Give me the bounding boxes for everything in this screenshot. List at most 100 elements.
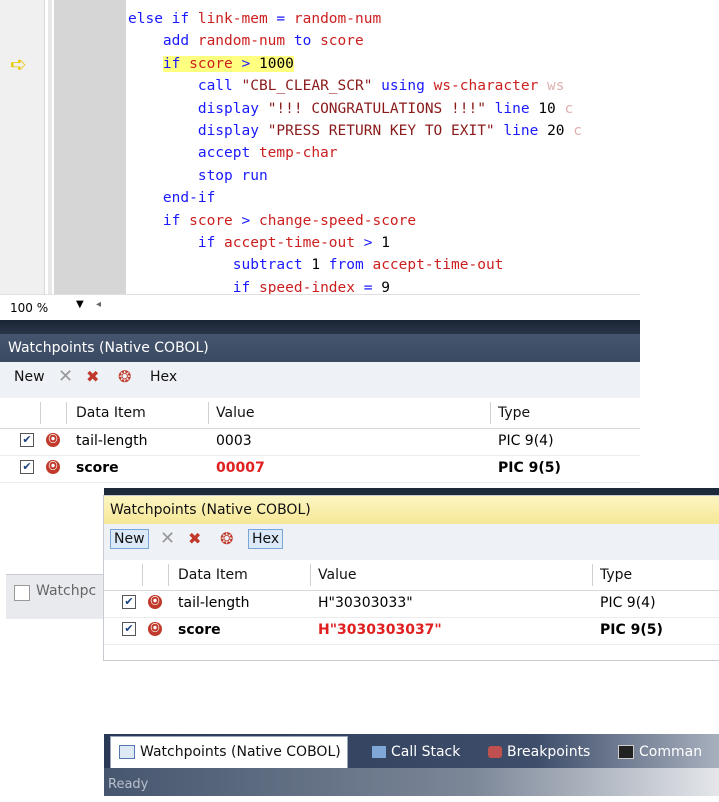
column-divider[interactable] [310,564,311,586]
code-token: accept-time-out [372,257,504,274]
hex-button[interactable]: Hex [146,367,181,387]
enable-checkbox[interactable]: ✔ [20,460,34,474]
code-text: stop run [198,168,268,184]
code-text: if accept-time-out > 1 [198,235,390,251]
data-item-type: PIC 9(5) [498,460,561,476]
current-statement: if score > 1000 [162,55,294,72]
panel-title: Watchpoints (Native COBOL) [0,334,640,362]
code-token: line [485,100,539,117]
watch-icon: ⦿ [148,622,162,636]
delete-icon[interactable]: ✕ [58,366,73,387]
column-data-item[interactable]: Data Item [178,567,248,583]
tab-call-stack[interactable]: Call Stack [372,738,460,766]
editor-margin [54,0,126,294]
tab-label: Comman [639,744,703,760]
code-token: else if [128,11,198,27]
new-button[interactable]: New [110,529,149,549]
table-row[interactable]: ✔ ⦿ tail-length H"30303033" PIC 9(4) [104,591,719,618]
column-divider [168,564,169,586]
code-line[interactable]: stop run [128,165,582,187]
code-text: display "!!! CONGRATULATIONS !!!" line 1… [198,101,573,117]
code-line[interactable]: call "CBL_CLEAR_SCR" using ws-character … [128,75,582,97]
call-stack-icon [372,746,386,758]
disable-all-icon[interactable]: ❂ [220,529,233,548]
code-line[interactable]: add random-num to score [128,30,582,52]
code-line[interactable]: if score > change-speed-score [128,210,582,232]
code-text: else if link-mem = random-num [128,11,381,27]
code-token: change-speed-score [258,212,417,229]
column-value[interactable]: Value [216,405,254,421]
code-text: end-if [163,190,215,206]
table-row[interactable]: ✔ ⦿ tail-length 0003 PIC 9(4) [0,429,640,456]
code-token: using [372,78,434,95]
code-token: 10 [538,100,556,117]
zoom-level[interactable]: 100 % [10,301,48,315]
new-button[interactable]: New [10,367,49,387]
column-type[interactable]: Type [498,405,530,421]
panel-title: Watchpoints (Native COBOL) [104,496,719,524]
code-token: 1000 [258,55,294,72]
enable-checkbox[interactable]: ✔ [20,433,34,447]
code-token: display [197,100,268,117]
column-data-item[interactable]: Data Item [76,405,146,421]
background-tab-label: Watchpc [36,583,97,599]
breakpoint-gutter[interactable] [0,0,45,294]
code-token: link-mem [197,11,268,27]
column-divider[interactable] [208,402,209,424]
delete-icon[interactable]: ✕ [160,528,175,549]
hex-button[interactable]: Hex [248,529,284,549]
source-code[interactable]: else if link-mem = random-num add random… [128,8,582,299]
background-watch-tab[interactable]: Watchpc [6,574,106,619]
column-divider[interactable] [490,402,491,424]
code-line[interactable]: else if link-mem = random-num [128,8,582,30]
scroll-left-icon[interactable]: ◂ [96,299,101,310]
code-line[interactable]: accept temp-char [128,142,582,164]
delete-all-icon[interactable]: ✖ [188,529,201,548]
watch-icon: ⦿ [46,433,60,447]
code-token: score [189,55,233,72]
code-line[interactable]: subtract 1 from accept-time-out [128,254,582,276]
table-row[interactable]: ✔ ⦿ score 00007 PIC 9(5) [0,456,640,483]
code-line[interactable]: end-if [128,187,582,209]
code-token: if [162,55,190,72]
tab-command-window[interactable]: Comman [618,738,702,766]
status-text: Ready [108,777,149,792]
disable-all-icon[interactable]: ❂ [118,367,131,386]
chevron-down-icon[interactable]: ▼ [76,299,84,310]
column-value[interactable]: Value [318,567,356,583]
data-item-type: PIC 9(5) [600,622,663,638]
enable-checkbox[interactable]: ✔ [122,622,136,636]
code-token: temp-char [258,145,338,162]
watch-icon: ⦿ [148,595,162,609]
code-token: c [555,100,574,117]
data-item-value[interactable]: H"30303033" [318,595,413,611]
data-item-name: score [178,622,221,638]
column-divider[interactable] [592,564,593,586]
enable-checkbox[interactable]: ✔ [122,595,136,609]
code-line[interactable]: if score > 1000 [128,53,582,75]
status-bar: Ready [104,768,719,796]
code-token: = [267,11,294,27]
table-row[interactable]: ✔ ⦿ score H"3030303037" PIC 9(5) [104,618,719,645]
code-token: 1 [311,257,321,274]
data-item-value[interactable]: H"3030303037" [318,622,442,638]
code-token: if [197,235,225,252]
code-line[interactable]: if accept-time-out > 1 [128,232,582,254]
tab-watchpoints[interactable]: Watchpoints (Native COBOL) [110,736,348,769]
code-text: if score > change-speed-score [163,213,416,229]
column-header: Data Item Value Type [0,398,640,429]
watch-window-icon [119,745,135,759]
code-editor[interactable]: ➪ else if link-mem = random-num add rand… [0,0,640,320]
code-text: add random-num to score [163,33,364,49]
watch-window-icon [14,585,30,601]
column-type[interactable]: Type [600,567,632,583]
delete-all-icon[interactable]: ✖ [86,367,99,386]
code-token: to [285,33,321,50]
code-line[interactable]: display "PRESS RETURN KEY TO EXIT" line … [128,120,582,142]
panel-divider [104,488,719,496]
code-line[interactable]: display "!!! CONGRATULATIONS !!!" line 1… [128,98,582,120]
data-item-value[interactable]: 0003 [216,433,252,449]
watch-toolbar: New ✕ ✖ ❂ Hex [0,362,640,399]
tab-breakpoints[interactable]: Breakpoints [488,738,590,766]
data-item-value[interactable]: 00007 [216,460,265,476]
